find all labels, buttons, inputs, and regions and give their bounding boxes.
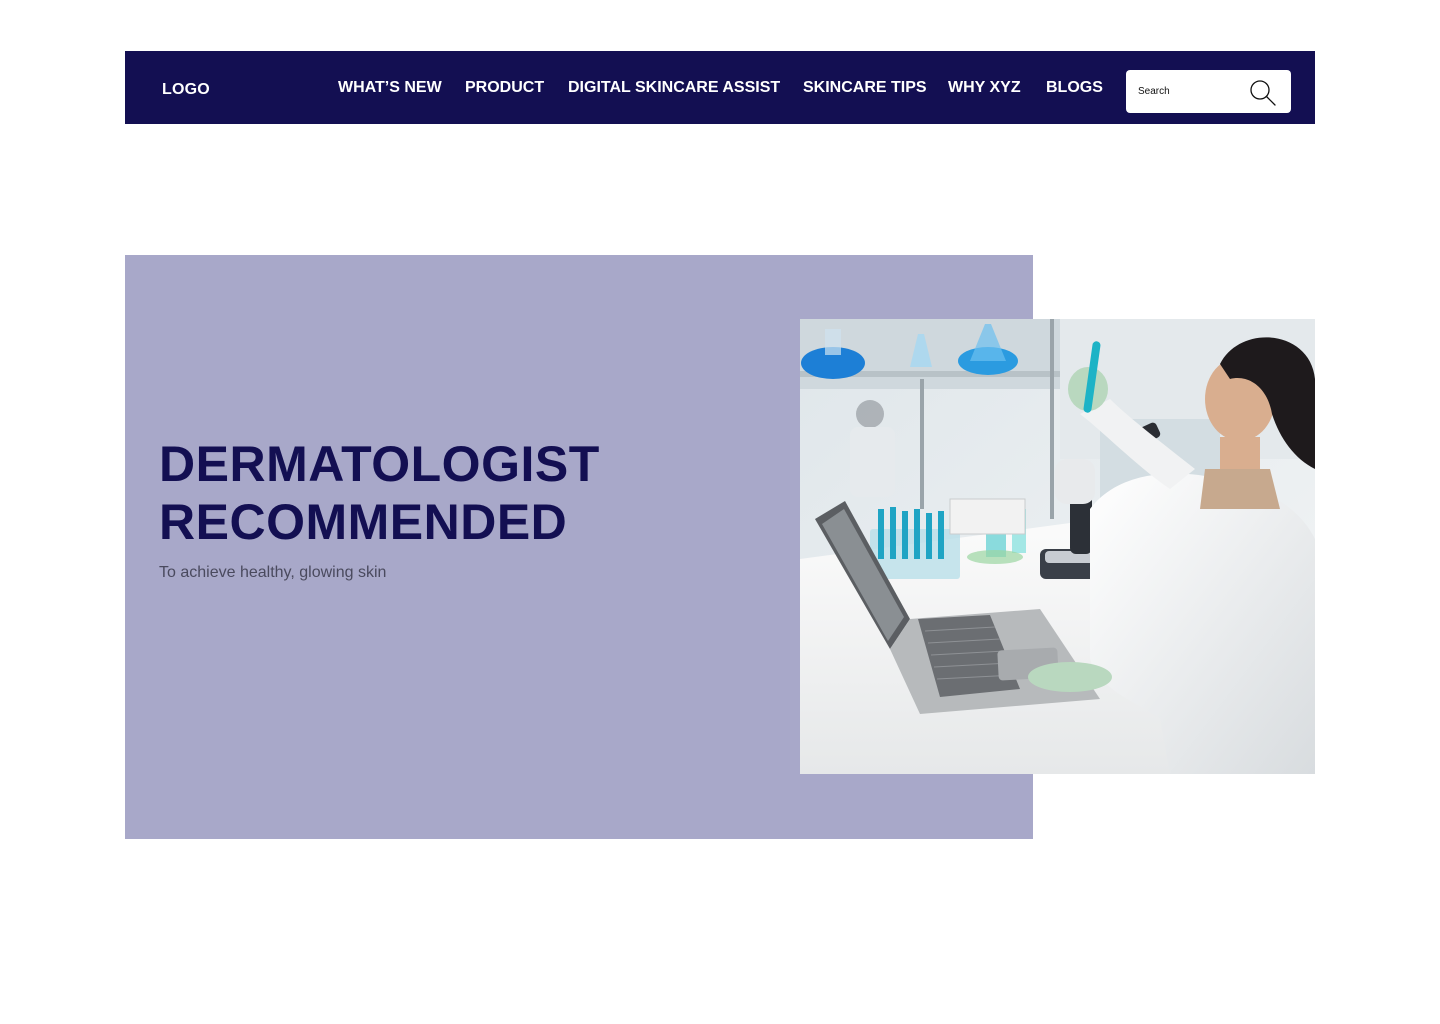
nav-item-why-xyz[interactable]: WHY XYZ <box>948 79 1021 97</box>
logo[interactable]: LOGO <box>162 81 210 99</box>
hero-title: DERMATOLOGIST RECOMMENDED <box>159 435 600 551</box>
hero-title-line-2: RECOMMENDED <box>159 494 568 550</box>
nav-item-skincare-tips[interactable]: SKINCARE TIPS <box>803 79 927 97</box>
search-box <box>1126 70 1291 113</box>
page: LOGO WHAT’S NEW PRODUCT DIGITAL SKINCARE… <box>0 0 1440 1024</box>
nav-item-digital-skincare-assist[interactable]: DIGITAL SKINCARE ASSIST <box>568 79 780 97</box>
nav-item-whats-new[interactable]: WHAT’S NEW <box>338 79 442 97</box>
search-icon[interactable] <box>1249 79 1277 107</box>
search-input[interactable] <box>1136 82 1250 100</box>
hero-photo <box>800 319 1315 774</box>
nav-item-product[interactable]: PRODUCT <box>465 79 544 97</box>
hero-subtitle: To achieve healthy, glowing skin <box>159 564 387 581</box>
top-navbar: LOGO WHAT’S NEW PRODUCT DIGITAL SKINCARE… <box>125 51 1315 124</box>
nav-item-blogs[interactable]: BLOGS <box>1046 79 1103 97</box>
lab-scene-illustration <box>800 319 1315 774</box>
hero-title-line-1: DERMATOLOGIST <box>159 436 600 492</box>
